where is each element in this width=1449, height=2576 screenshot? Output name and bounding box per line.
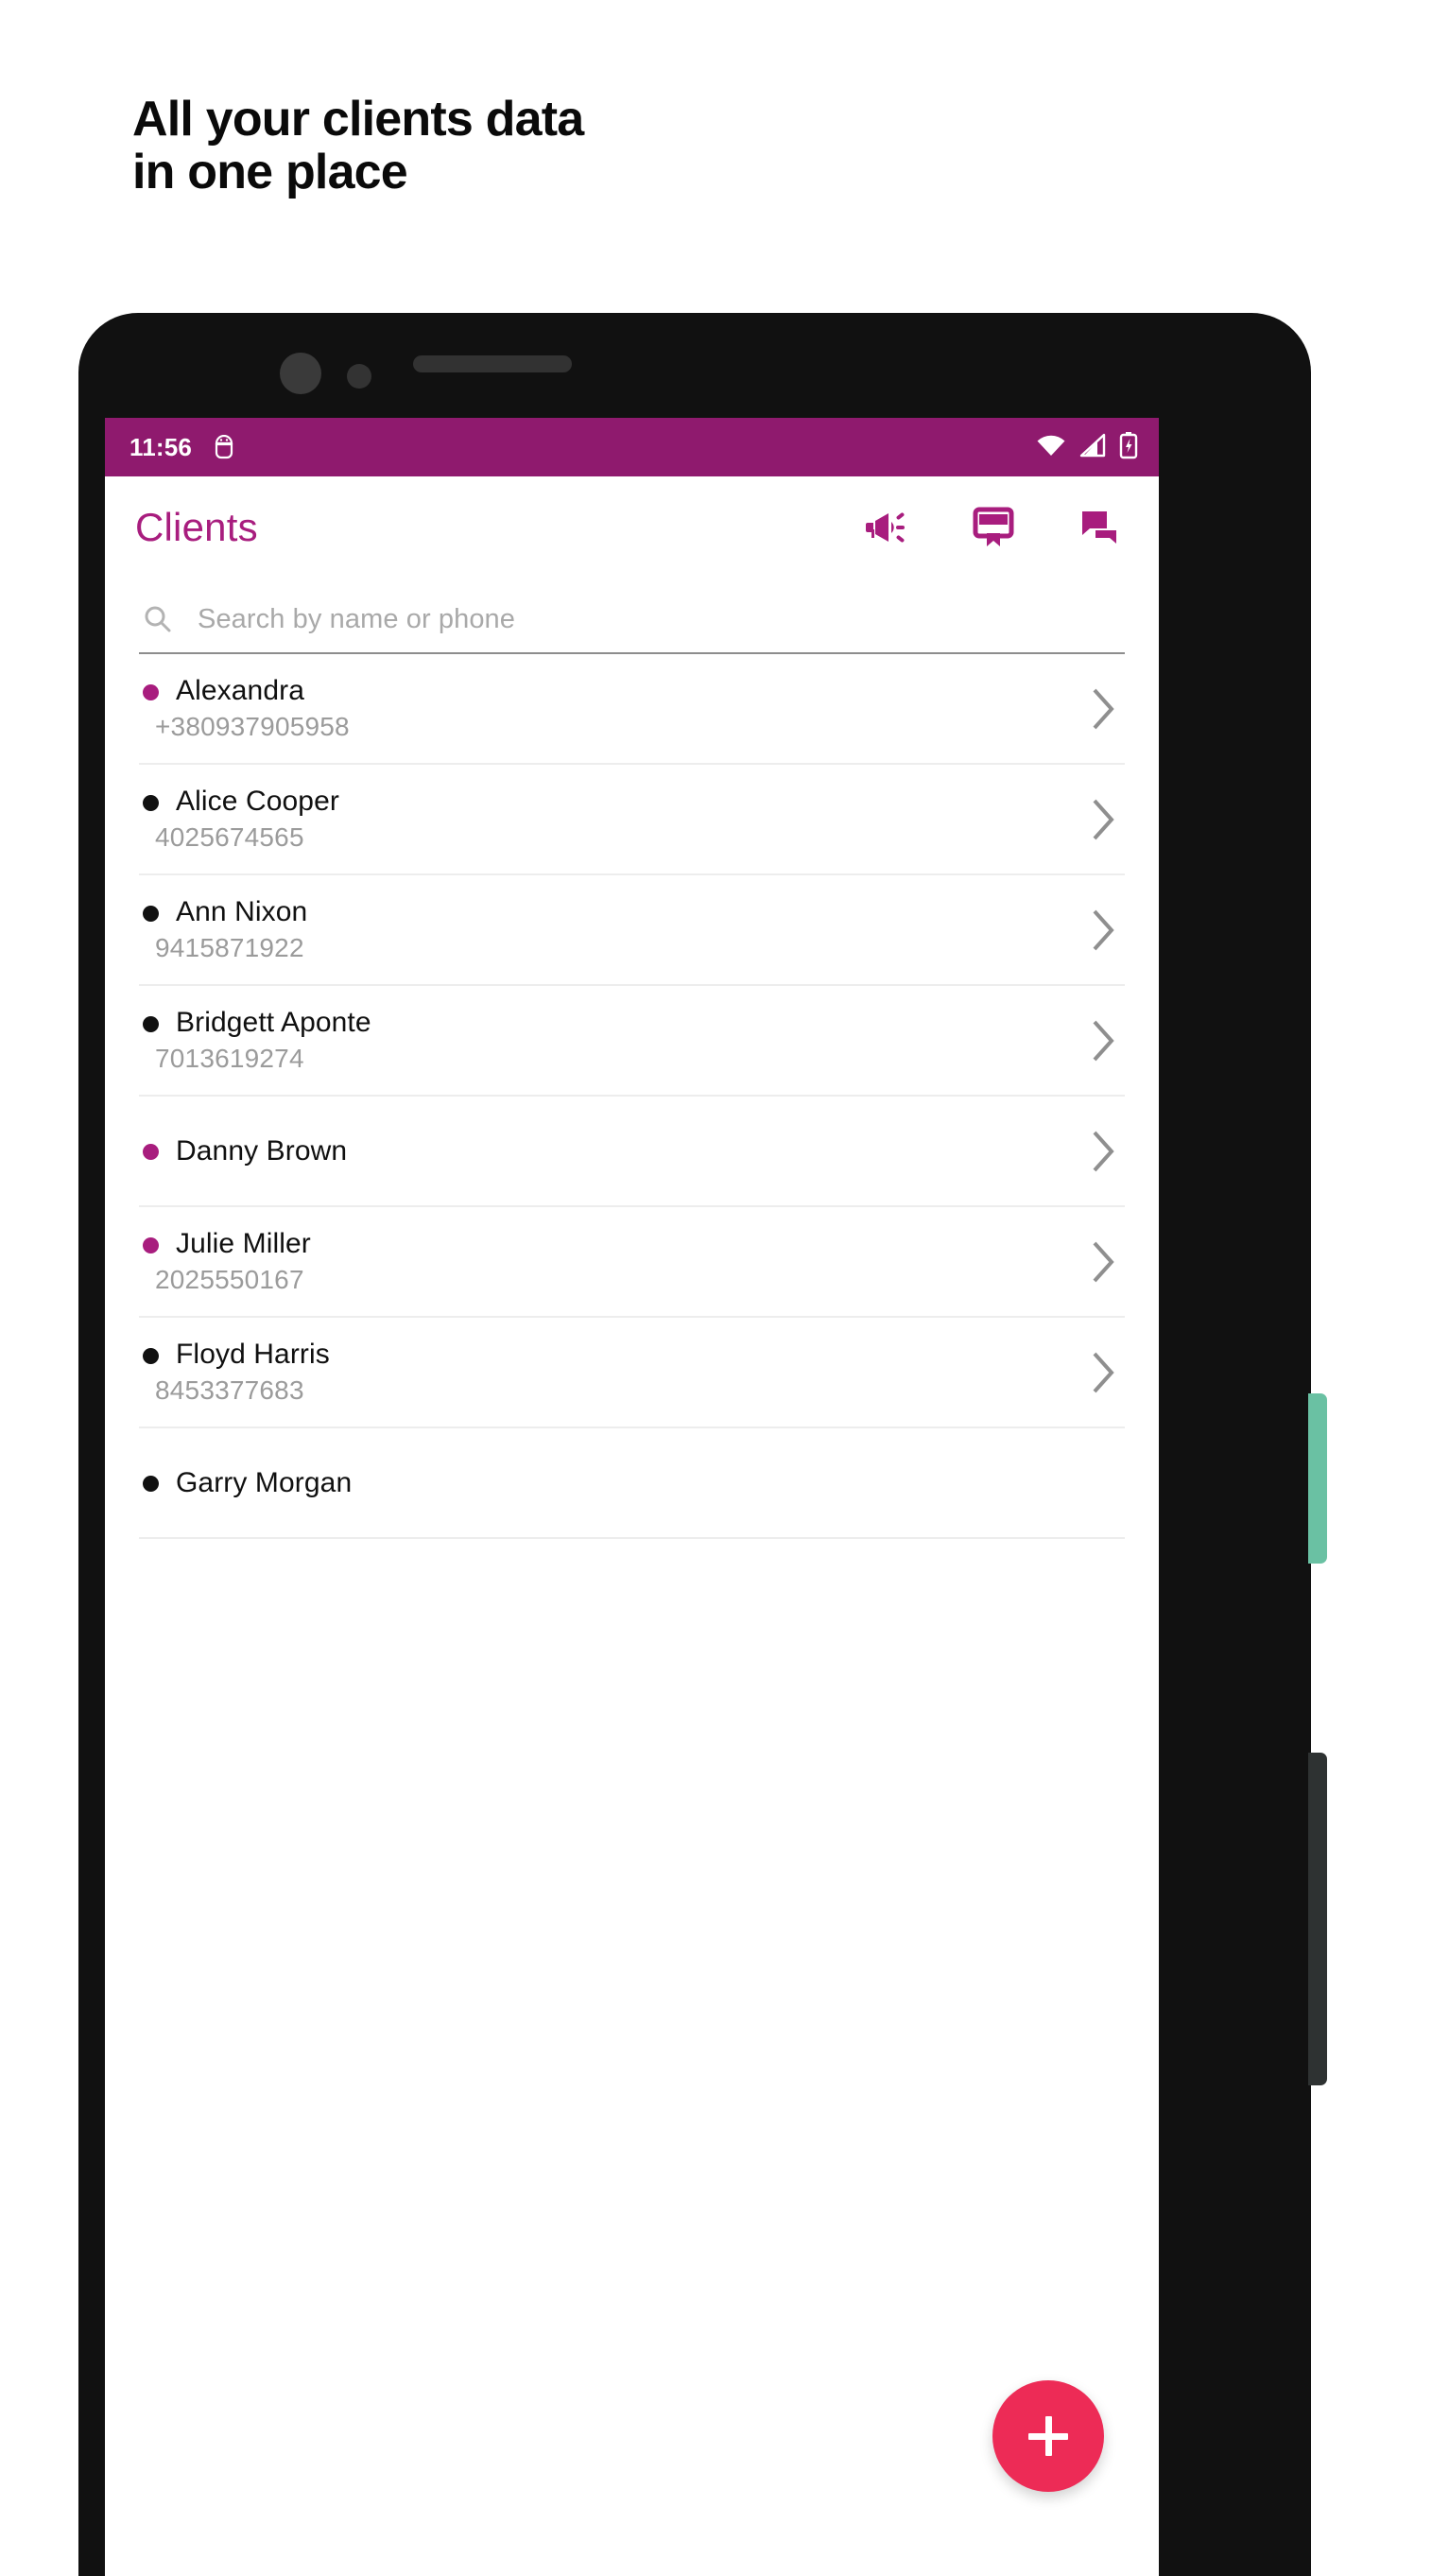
- client-name: Garry Morgan: [176, 1467, 353, 1498]
- status-badge: [143, 1476, 159, 1492]
- chevron-right-icon[interactable]: [1085, 684, 1119, 734]
- chevron-right-icon[interactable]: [1085, 1237, 1119, 1287]
- search-bar[interactable]: Search by name or phone: [139, 586, 1125, 654]
- client-name: Danny Brown: [176, 1135, 348, 1167]
- chevron-right-icon[interactable]: [1085, 1016, 1119, 1065]
- client-list: Alexandra +380937905958 Alice Cooper 402…: [139, 654, 1125, 1539]
- table-row[interactable]: Danny Brown: [139, 1097, 1125, 1207]
- client-name: Floyd Harris: [176, 1339, 330, 1371]
- wifi-icon: [1036, 433, 1066, 462]
- chat-bubbles-icon[interactable]: [1079, 508, 1123, 547]
- android-bug-icon: [213, 435, 235, 459]
- search-input[interactable]: Search by name or phone: [198, 604, 515, 635]
- client-name: Julie Miller: [176, 1228, 311, 1260]
- earpiece-speaker: [413, 355, 572, 372]
- app-bar-actions: [864, 507, 1123, 548]
- status-time: 11:56: [129, 432, 193, 461]
- client-name: Alexandra: [176, 675, 304, 707]
- side-button-green[interactable]: [1308, 1393, 1327, 1564]
- client-name: Alice Cooper: [176, 786, 339, 818]
- headline-line-1: All your clients data: [132, 92, 584, 147]
- megaphone-icon[interactable]: [864, 509, 907, 546]
- chevron-right-icon[interactable]: [1085, 906, 1119, 955]
- phone-screen: 11:56 Clients Search by name or phone Al…: [105, 418, 1159, 2576]
- table-row[interactable]: Julie Miller 2025550167: [139, 1207, 1125, 1318]
- table-row[interactable]: Bridgett Aponte 7013619274: [139, 986, 1125, 1097]
- front-camera-icon: [280, 353, 321, 394]
- plus-icon-vertical: [1044, 2416, 1052, 2456]
- app-title: Clients: [135, 505, 258, 549]
- client-phone: 2025550167: [155, 1265, 304, 1295]
- search-icon: [139, 604, 177, 634]
- status-badge: [143, 1144, 159, 1160]
- client-phone: 4025674565: [155, 822, 304, 853]
- status-badge: [143, 1016, 159, 1032]
- phone-mockup: 11:56 Clients Search by name or phone Al…: [79, 314, 1327, 2576]
- status-badge: [143, 1348, 159, 1364]
- table-row[interactable]: Garry Morgan: [139, 1428, 1125, 1539]
- table-row[interactable]: Alice Cooper 4025674565: [139, 765, 1125, 875]
- client-phone: 7013619274: [155, 1044, 304, 1074]
- sensor-icon: [347, 364, 371, 389]
- status-badge: [143, 795, 159, 811]
- table-row[interactable]: Alexandra +380937905958: [139, 654, 1125, 765]
- chevron-right-icon[interactable]: [1085, 795, 1119, 844]
- table-row[interactable]: Floyd Harris 8453377683: [139, 1318, 1125, 1428]
- client-name: Ann Nixon: [176, 896, 308, 928]
- page-title: All your clients data in one place: [132, 93, 983, 199]
- status-badge: [143, 684, 159, 700]
- chevron-right-icon[interactable]: [1085, 1127, 1119, 1176]
- phone-bezel-top: [79, 314, 1310, 418]
- chevron-right-icon[interactable]: [1085, 1348, 1119, 1397]
- headline-line-2: in one place: [132, 145, 408, 200]
- app-bar: Clients: [105, 476, 1159, 579]
- status-bar: 11:56: [105, 418, 1159, 476]
- client-phone: 9415871922: [155, 933, 304, 963]
- side-button-power[interactable]: [1308, 1753, 1327, 2085]
- status-badge: [143, 906, 159, 922]
- table-row[interactable]: Ann Nixon 9415871922: [139, 875, 1125, 986]
- cellular-signal-icon: [1079, 433, 1106, 462]
- battery-charging-icon: [1119, 431, 1138, 464]
- add-client-fab[interactable]: [992, 2380, 1104, 2492]
- status-icons: [1036, 431, 1138, 464]
- client-phone: +380937905958: [155, 712, 350, 742]
- client-phone: 8453377683: [155, 1375, 304, 1406]
- screenshot-root: All your clients data in one place 11:56: [0, 0, 1449, 2576]
- bookmark-card-icon[interactable]: [972, 507, 1015, 548]
- client-name: Bridgett Aponte: [176, 1007, 371, 1039]
- status-badge: [143, 1237, 159, 1253]
